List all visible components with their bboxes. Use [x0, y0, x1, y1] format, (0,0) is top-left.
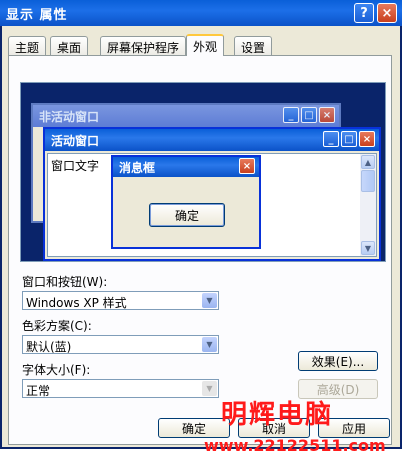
help-button[interactable]: ?: [354, 3, 374, 23]
chevron-down-icon[interactable]: ▼: [202, 293, 217, 308]
watermark-url: www.22122511.com: [204, 436, 386, 455]
tab-screensaver[interactable]: 屏幕保护程序: [100, 36, 187, 55]
tab-desktop[interactable]: 桌面: [50, 36, 89, 55]
tab-settings[interactable]: 设置: [234, 36, 273, 55]
active-window-buttons: _ □ ×: [323, 131, 375, 147]
minimize-icon: _: [323, 131, 339, 147]
scroll-up-icon: ▲: [361, 155, 375, 169]
chevron-down-icon[interactable]: ▼: [202, 381, 217, 396]
title-bar[interactable]: 显示 属性 ? ×: [0, 0, 402, 26]
chevron-down-icon[interactable]: ▼: [202, 337, 217, 352]
inactive-window-title: 非活动窗口 _ □ ×: [33, 105, 339, 127]
ok-button[interactable]: 确定: [158, 418, 230, 438]
dialog-client-area: 主题 桌面 屏幕保护程序 外观 设置 非活动窗口 _ □ × 活动窗口 _ □ …: [2, 26, 400, 455]
close-icon: ×: [239, 158, 255, 174]
windows-buttons-value: Windows XP 样式: [26, 296, 127, 310]
close-icon: ×: [319, 107, 335, 123]
tab-themes[interactable]: 主题: [8, 36, 47, 55]
font-size-value: 正常: [26, 384, 51, 398]
scroll-thumb: [361, 170, 375, 192]
message-box-title-text: 消息框: [119, 161, 156, 175]
inactive-window-buttons: _ □ ×: [283, 107, 335, 123]
close-icon: ×: [381, 5, 393, 21]
preview-scrollbar: ▲ ▼: [360, 154, 376, 256]
active-window-title: 活动窗口 _ □ ×: [45, 129, 379, 151]
help-icon: ?: [360, 5, 368, 21]
color-scheme-select[interactable]: 默认(蓝) ▼: [22, 335, 219, 354]
inactive-window-title-text: 非活动窗口: [39, 110, 100, 124]
message-box-ok-button: 确定: [149, 203, 225, 227]
watermark-name: 明辉电脑: [221, 400, 334, 430]
windows-buttons-label: 窗口和按钮(W):: [22, 275, 108, 289]
color-scheme-label: 色彩方案(C):: [22, 319, 92, 333]
active-window-title-text: 活动窗口: [51, 134, 100, 148]
color-scheme-value: 默认(蓝): [26, 340, 72, 354]
close-icon: ×: [359, 131, 375, 147]
appearance-preview: 非活动窗口 _ □ × 活动窗口 _ □ × 窗口文字 ▲ ▼ 消息框 × 确定: [20, 82, 386, 262]
close-button[interactable]: ×: [377, 3, 397, 23]
tab-appearance[interactable]: 外观: [186, 34, 225, 56]
effects-button[interactable]: 效果(E)...: [298, 351, 378, 371]
maximize-icon: □: [341, 131, 357, 147]
window-text-sample: 窗口文字: [51, 159, 100, 173]
minimize-icon: _: [283, 107, 299, 123]
scroll-down-icon: ▼: [361, 241, 375, 255]
display-properties-dialog: 显示 属性 ? × 主题 桌面 屏幕保护程序 外观 设置 非活动窗口 _ □ ×…: [0, 0, 402, 455]
preview-message-box: 消息框 × 确定: [111, 155, 261, 249]
window-title: 显示 属性: [6, 8, 68, 23]
message-box-title: 消息框 ×: [113, 157, 259, 177]
font-size-label: 字体大小(F):: [22, 363, 91, 377]
appearance-panel: 非活动窗口 _ □ × 活动窗口 _ □ × 窗口文字 ▲ ▼ 消息框 × 确定…: [8, 55, 392, 445]
maximize-icon: □: [301, 107, 317, 123]
message-box-buttons: ×: [239, 158, 255, 174]
windows-buttons-select[interactable]: Windows XP 样式 ▼: [22, 291, 219, 310]
font-size-select[interactable]: 正常 ▼: [22, 379, 219, 398]
